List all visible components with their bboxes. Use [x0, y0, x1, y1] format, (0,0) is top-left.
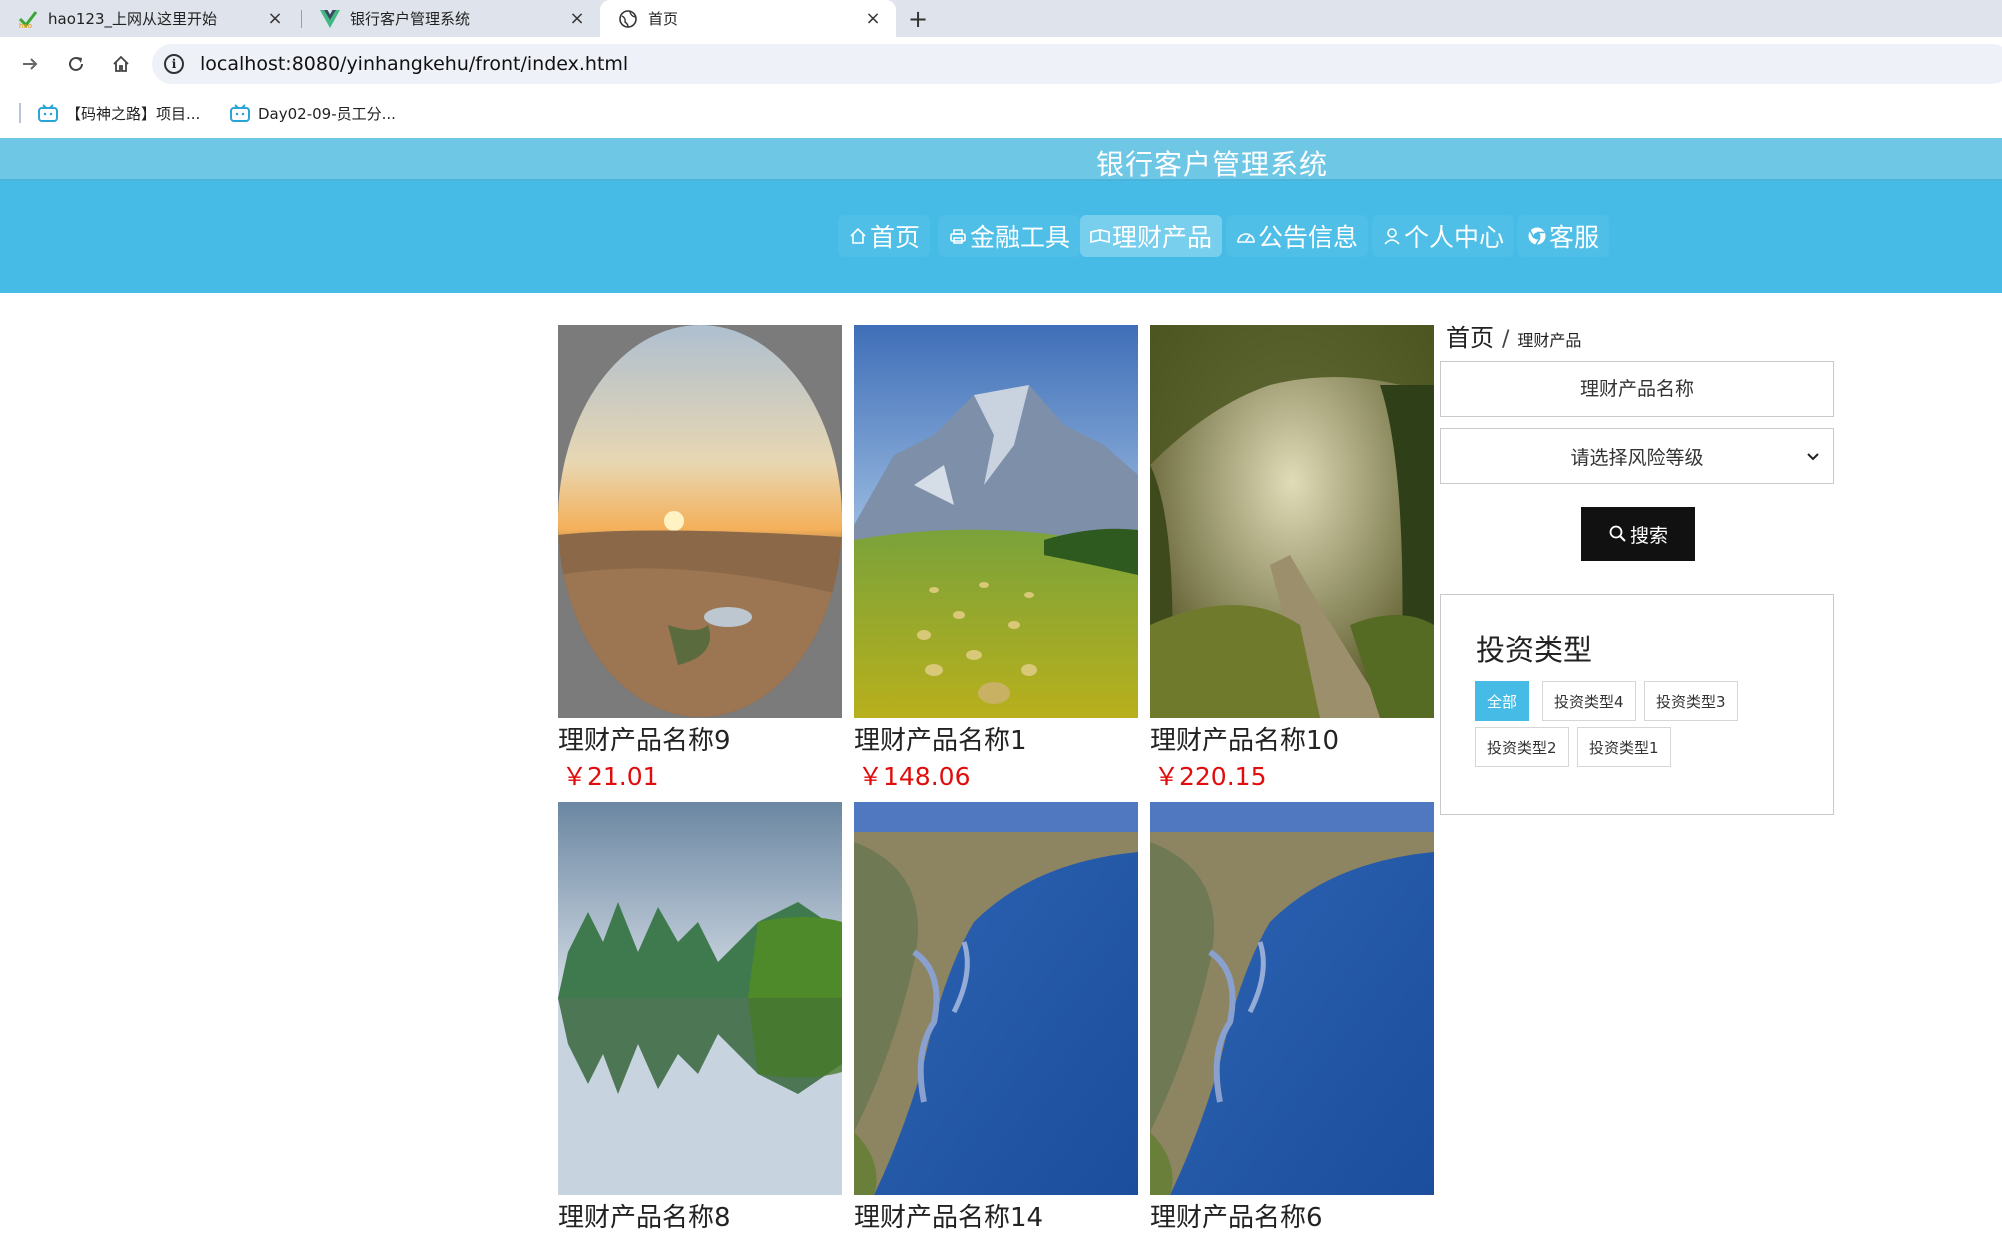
product-name[interactable]: 理财产品名称1 — [854, 720, 1138, 757]
investment-type-title: 投资类型 — [1476, 633, 1593, 667]
close-icon[interactable]: × — [862, 8, 884, 29]
nav-personal-center[interactable]: 个人中心 — [1372, 215, 1515, 257]
product-card[interactable]: 理财产品名称6 — [1150, 802, 1434, 1234]
product-image[interactable] — [1150, 802, 1434, 1195]
product-image[interactable] — [558, 802, 842, 1195]
address-bar[interactable]: i localhost:8080/yinhangkehu/front/index… — [152, 44, 2002, 84]
nav-label: 客服 — [1549, 223, 1600, 252]
nav-label: 首页 — [870, 223, 921, 252]
vue-favicon-icon — [320, 9, 340, 29]
bookmark-label: Day02-09-员工分... — [258, 104, 396, 123]
breadcrumb-separator: / — [1502, 327, 1510, 352]
product-card[interactable]: 理财产品名称8 — [558, 802, 842, 1234]
product-price: ￥220.15 — [1154, 762, 1267, 791]
nav-financial-tools[interactable]: 金融工具 — [938, 215, 1081, 257]
nav-label: 理财产品 — [1112, 223, 1213, 252]
main-navbar: 首页 金融工具 理财产品 公告信息 个人中心 客服 — [0, 181, 2002, 293]
breadcrumb: 首页 / 理财产品 — [1446, 318, 1581, 353]
bookmark-day02[interactable]: Day02-09-员工分... — [230, 101, 396, 125]
tab-title: hao123_上网从这里开始 — [48, 10, 218, 28]
reload-icon — [69, 56, 83, 71]
breadcrumb-current: 理财产品 — [1517, 331, 1582, 350]
product-price: ￥148.06 — [858, 762, 971, 791]
type-tag-2[interactable]: 投资类型2 — [1475, 727, 1569, 767]
forward-button[interactable] — [14, 48, 46, 80]
bookmark-label: 【码神之路】项目... — [66, 104, 201, 123]
user-icon — [1382, 226, 1402, 246]
home-icon — [113, 55, 129, 72]
product-card[interactable]: 理财产品名称10 ￥220.15 — [1150, 325, 1434, 793]
product-name[interactable]: 理财产品名称14 — [854, 1197, 1138, 1234]
tab-title: 首页 — [648, 10, 679, 28]
browser-toolbar: i localhost:8080/yinhangkehu/front/index… — [0, 37, 2002, 89]
breadcrumb-home[interactable]: 首页 — [1446, 318, 1494, 353]
printer-icon — [948, 226, 968, 246]
close-icon[interactable]: × — [264, 8, 286, 29]
nav-home[interactable]: 首页 — [838, 215, 931, 257]
bilibili-icon — [38, 104, 58, 122]
nav-label: 公告信息 — [1258, 223, 1359, 252]
product-image[interactable] — [854, 802, 1138, 1195]
product-card[interactable]: 理财产品名称1 ￥148.06 — [854, 325, 1138, 793]
type-tag-1[interactable]: 投资类型1 — [1577, 727, 1671, 767]
new-tab-button[interactable]: + — [902, 0, 934, 37]
product-image[interactable] — [558, 325, 842, 718]
chrome-icon — [1527, 226, 1547, 246]
search-button[interactable]: 搜索 — [1581, 507, 1695, 561]
product-name[interactable]: 理财产品名称6 — [1150, 1197, 1434, 1234]
chevron-down-icon — [1807, 453, 1819, 461]
type-tag-all[interactable]: 全部 — [1475, 681, 1530, 721]
tab-hao123[interactable]: hao hao123_上网从这里开始 × — [0, 0, 298, 37]
svg-text:hao: hao — [19, 22, 32, 29]
reload-button[interactable] — [60, 48, 92, 80]
reading-icon — [1090, 226, 1110, 246]
nav-label: 金融工具 — [970, 223, 1071, 252]
type-tag-4[interactable]: 投资类型4 — [1542, 681, 1636, 721]
bookmark-mashen[interactable]: 【码神之路】项目... — [38, 101, 200, 125]
close-icon[interactable]: × — [566, 8, 588, 29]
risk-level-select[interactable]: 请选择风险等级 — [1440, 428, 1834, 484]
odometer-icon — [1236, 226, 1256, 246]
browser-tab-strip: hao hao123_上网从这里开始 × 银行客户管理系统 × 首页 × + — [0, 0, 2002, 37]
site-title-bar: 银行客户管理系统 — [0, 138, 2002, 181]
product-card[interactable]: 理财产品名称9 ￥21.01 — [558, 325, 842, 793]
product-name[interactable]: 理财产品名称8 — [558, 1197, 842, 1234]
url-text: localhost:8080/yinhangkehu/front/index.h… — [200, 53, 629, 75]
home-button[interactable] — [105, 48, 137, 80]
tab-bank-system[interactable]: 银行客户管理系统 × — [302, 0, 600, 37]
nav-announcements[interactable]: 公告信息 — [1226, 215, 1369, 257]
bookmarks-divider — [19, 103, 21, 123]
site-info-icon[interactable]: i — [164, 54, 184, 74]
product-card[interactable]: 理财产品名称14 — [854, 802, 1138, 1234]
home-icon — [848, 226, 868, 246]
type-tag-3[interactable]: 投资类型3 — [1644, 681, 1738, 721]
product-image[interactable] — [854, 325, 1138, 718]
nav-wealth-products[interactable]: 理财产品 — [1080, 215, 1223, 257]
investment-type-panel: 投资类型 全部 投资类型4 投资类型3 投资类型2 投资类型1 — [1440, 594, 1834, 815]
product-image[interactable] — [1150, 325, 1434, 718]
product-name[interactable]: 理财产品名称10 — [1150, 720, 1434, 757]
tab-home-active[interactable]: 首页 × — [600, 0, 896, 37]
nav-customer-service[interactable]: 客服 — [1517, 215, 1610, 257]
nav-label: 个人中心 — [1404, 223, 1505, 252]
bookmarks-bar: 【码神之路】项目... Day02-09-员工分... — [0, 89, 2002, 138]
arrow-right-icon — [23, 58, 38, 70]
hao123-favicon-icon: hao — [18, 9, 38, 29]
tab-title: 银行客户管理系统 — [350, 10, 471, 28]
site-title: 银行客户管理系统 — [1096, 148, 1329, 181]
risk-level-select-value: 请选择风险等级 — [1570, 446, 1704, 469]
globe-icon — [618, 9, 638, 29]
product-price: ￥21.01 — [562, 762, 659, 791]
product-name[interactable]: 理财产品名称9 — [558, 720, 842, 757]
search-button-label: 搜索 — [1629, 524, 1668, 547]
search-icon — [1609, 525, 1626, 542]
product-name-search-input[interactable] — [1440, 361, 1834, 417]
bilibili-icon — [230, 104, 250, 122]
